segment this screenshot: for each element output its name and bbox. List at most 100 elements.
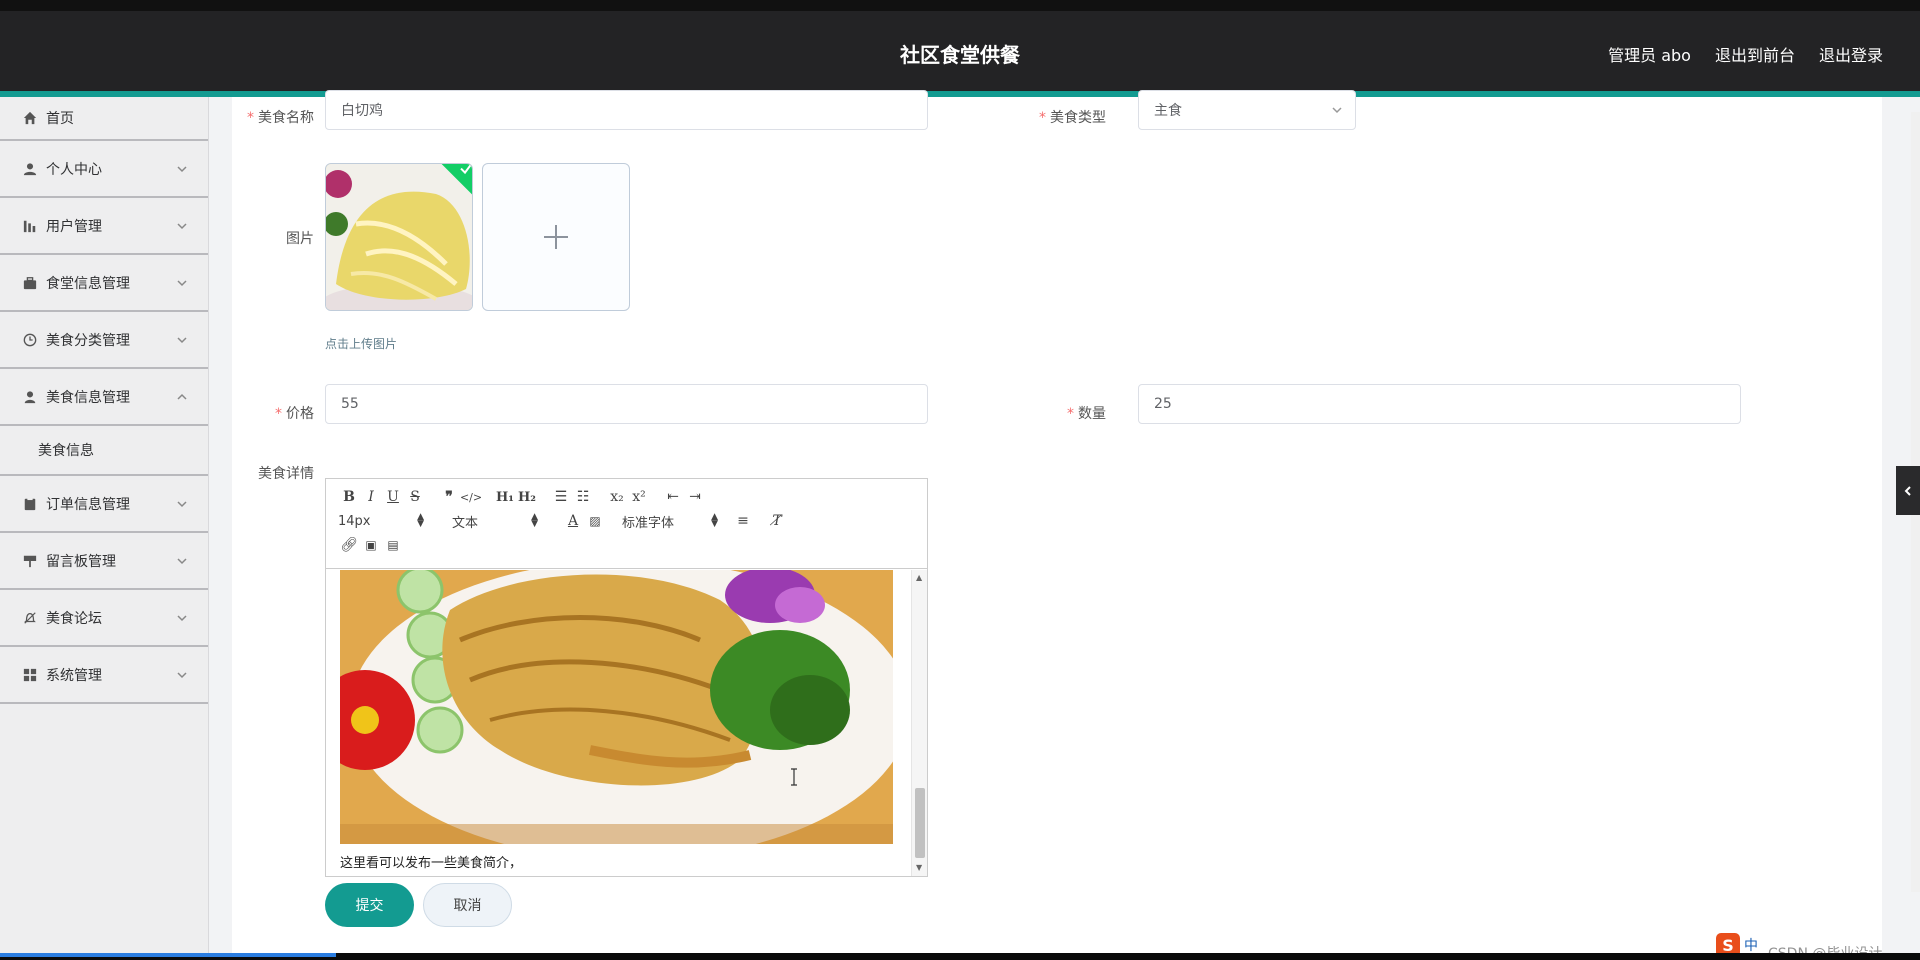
toolbar-row-2: 14px ▲ ▼ 文本 ▲ ▼ A ▨ 标准字体 ▲ ▼ ≡ T̸ (338, 511, 788, 531)
editor-toolbar: B I U S ❞ </> H₁ H₂ ☰ ☷ x₂ x² ⇤ ⇥ 14px ▲ ▼ (326, 479, 927, 569)
briefcase-icon (22, 275, 38, 291)
video-progress-bar[interactable] (0, 953, 336, 957)
toolbar-row-3: 🔗︎ ▣ ▤ (338, 535, 404, 555)
subscript-icon[interactable]: x₂ (606, 487, 628, 507)
toolbar-row-1: B I U S ❞ </> H₁ H₂ ☰ ☷ x₂ x² ⇤ ⇥ (338, 487, 706, 507)
bold-icon[interactable]: B (338, 487, 360, 507)
cancel-button[interactable]: 取消 (423, 883, 512, 927)
block-format-select[interactable]: 文本 ▲ ▼ (452, 512, 538, 531)
home-icon (22, 110, 38, 126)
sidebar-item-label: 留言板管理 (46, 553, 116, 570)
bell-off-icon (22, 610, 38, 626)
outdent-icon[interactable]: ⇤ (662, 487, 684, 507)
submit-button[interactable]: 提交 (325, 883, 414, 927)
video-icon[interactable]: ▤ (382, 535, 404, 555)
user-icon (22, 161, 38, 177)
person-icon (22, 389, 38, 405)
font-color-icon[interactable]: A (562, 511, 584, 531)
heading-1-icon[interactable]: H₁ (494, 487, 516, 507)
chicken-thumbnail-image (326, 164, 472, 310)
sidebar-item-label: 首页 (46, 111, 74, 127)
sidebar-item-user-management[interactable]: 用户管理 (0, 198, 208, 255)
sidebar-item-message-board[interactable]: 留言板管理 (0, 533, 208, 590)
collapse-side-tab[interactable] (1896, 466, 1920, 515)
bar-chart-icon (22, 218, 38, 234)
rich-text-editor[interactable]: B I U S ❞ </> H₁ H₂ ☰ ☷ x₂ x² ⇤ ⇥ 14px ▲ ▼ (325, 478, 928, 877)
sidebar-item-label: 用户管理 (46, 218, 102, 235)
food-edit-form: * 美食名称 白切鸡 * 美食类型 主食 图片 点击上传图片 * 价格 55 *… (232, 90, 1882, 953)
admin-user-link[interactable]: 管理员 abo (1608, 42, 1691, 66)
sidebar-item-home[interactable]: 首页 (0, 97, 208, 141)
image-upload-button[interactable] (482, 163, 630, 311)
ime-toolbar[interactable]: S 中 (1716, 933, 1758, 953)
chevron-down-icon (176, 555, 188, 567)
sidebar-item-system-management[interactable]: 系统管理 (0, 647, 208, 704)
sidebar-item-label: 美食分类管理 (46, 332, 130, 349)
quantity-input[interactable]: 25 (1138, 384, 1741, 424)
chevron-down-icon (176, 220, 188, 232)
code-icon[interactable]: </> (460, 487, 482, 507)
italic-icon[interactable]: I (360, 487, 382, 507)
chevron-down-icon (176, 498, 188, 510)
clear-format-icon[interactable]: T̸ (766, 511, 788, 531)
scroll-down-icon[interactable]: ▼ (916, 864, 924, 872)
chevron-down-icon (176, 163, 188, 175)
scroll-up-icon[interactable]: ▲ (916, 574, 924, 582)
sidebar-item-food-forum[interactable]: 美食论坛 (0, 590, 208, 647)
sidebar-item-label: 系统管理 (46, 667, 102, 684)
image-label: 图片 (286, 231, 314, 247)
uploaded-image-thumbnail[interactable] (325, 163, 473, 311)
indent-icon[interactable]: ⇥ (684, 487, 706, 507)
grid-icon (22, 667, 38, 683)
chicken-dish-photo (340, 570, 893, 844)
editor-content[interactable]: 这里看可以发布一些美食简介， (326, 570, 911, 876)
sogou-logo-icon: S (1716, 933, 1740, 953)
sidebar-item-food-category[interactable]: 美食分类管理 (0, 312, 208, 369)
sidebar-subitem-food-info[interactable]: 美食信息 (0, 426, 208, 476)
underline-icon[interactable]: U (382, 487, 404, 507)
clock-icon (22, 332, 38, 348)
editor-scrollbar[interactable]: ▲ ▼ (911, 570, 927, 876)
sign-icon (22, 553, 38, 569)
sidebar-item-food-info-management[interactable]: 美食信息管理 (0, 369, 208, 426)
sidebar-item-label: 食堂信息管理 (46, 275, 130, 292)
food-type-select[interactable]: 主食 (1138, 90, 1356, 130)
text-cursor-icon (791, 768, 797, 786)
sidebar-item-label: 美食信息管理 (46, 389, 130, 406)
updown-icon: ▲ ▼ (417, 512, 424, 529)
price-input[interactable]: 55 (325, 384, 928, 424)
superscript-icon[interactable]: x² (628, 487, 650, 507)
heading-2-icon[interactable]: H₂ (516, 487, 538, 507)
ime-language[interactable]: 中 (1744, 935, 1758, 953)
app-window: 社区食堂供餐 管理员 abo 退出到前台 退出登录 首页 个人中心 用户管理 食… (0, 11, 1920, 953)
strikethrough-icon[interactable]: S (404, 487, 426, 507)
check-icon (460, 164, 472, 175)
sidebar: 首页 个人中心 用户管理 食堂信息管理 美食分类管理 美食信息管理 美食信息 订… (0, 97, 209, 953)
align-icon[interactable]: ≡ (732, 511, 754, 531)
background-color-icon[interactable]: ▨ (584, 511, 606, 531)
logout-link[interactable]: 退出登录 (1819, 42, 1883, 66)
detail-label: 美食详情 (258, 466, 314, 482)
ordered-list-icon[interactable]: ☰ (550, 487, 572, 507)
font-size-select[interactable]: 14px ▲ ▼ (338, 512, 424, 529)
chevron-left-icon (1904, 485, 1911, 496)
image-icon[interactable]: ▣ (360, 535, 382, 555)
sidebar-item-canteen-management[interactable]: 食堂信息管理 (0, 255, 208, 312)
food-name-input[interactable]: 白切鸡 (325, 90, 928, 130)
sidebar-item-order-management[interactable]: 订单信息管理 (0, 476, 208, 533)
sidebar-item-label: 美食论坛 (46, 610, 102, 627)
chevron-up-icon (176, 391, 188, 403)
sidebar-item-personal-center[interactable]: 个人中心 (0, 141, 208, 198)
watermark: CSDN @毕业设计 (1768, 943, 1882, 953)
chevron-down-icon (1331, 104, 1343, 116)
food-name-label: * 美食名称 (247, 110, 314, 126)
blockquote-icon[interactable]: ❞ (438, 487, 460, 507)
bullet-list-icon[interactable]: ☷ (572, 487, 594, 507)
font-family-select[interactable]: 标准字体 ▲ ▼ (622, 512, 718, 531)
back-to-frontend-link[interactable]: 退出到前台 (1715, 42, 1795, 66)
price-label: * 价格 (275, 406, 314, 422)
sidebar-item-label: 订单信息管理 (46, 496, 130, 513)
scrollbar-thumb[interactable] (915, 788, 925, 858)
link-icon[interactable]: 🔗︎ (338, 535, 360, 555)
header-links: 管理员 abo 退出到前台 退出登录 (1608, 42, 1883, 66)
